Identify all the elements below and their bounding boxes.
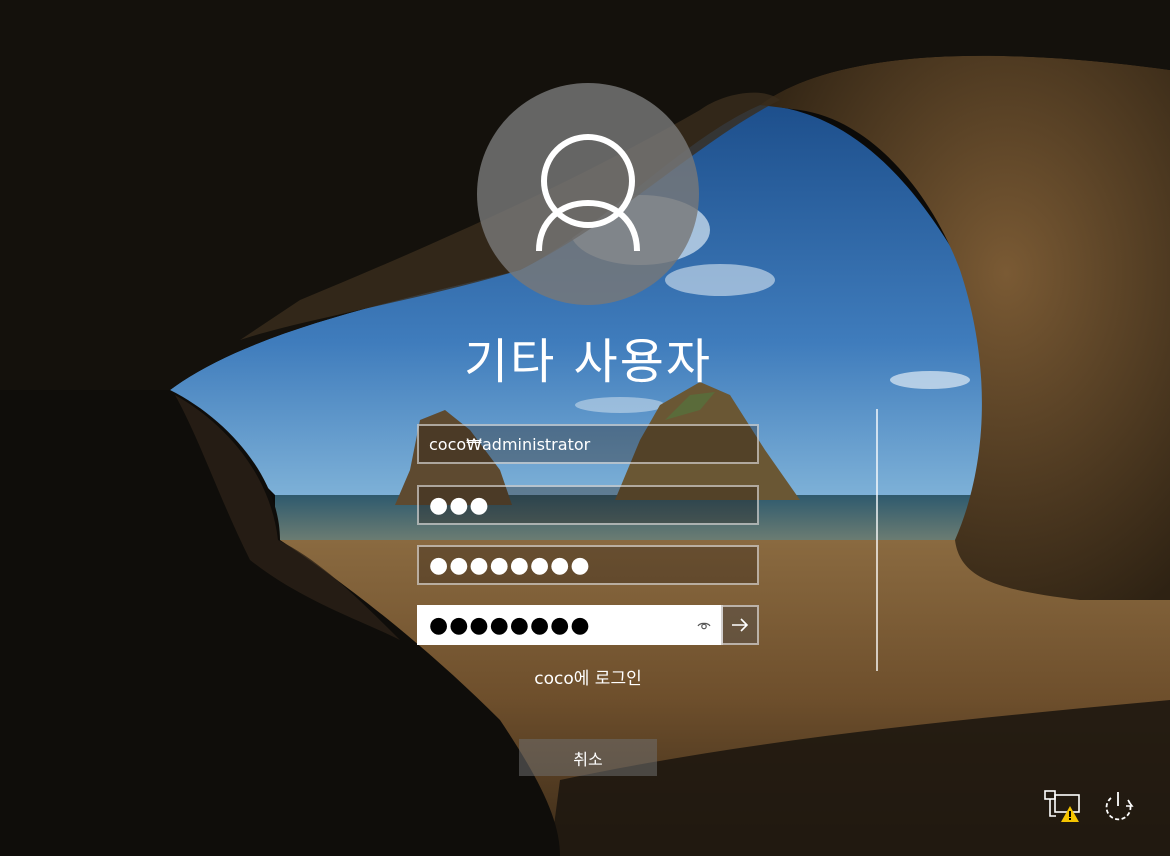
network-warning-icon[interactable] <box>1042 786 1082 826</box>
submit-button[interactable] <box>721 605 759 645</box>
confirm-password-field[interactable]: ●●●●●●●● <box>417 605 723 645</box>
sign-in-domain-text: coco에 로그인 <box>534 669 642 689</box>
user-avatar <box>477 83 699 305</box>
username-field[interactable]: coco₩administrator <box>417 424 759 464</box>
new-password-value: ●●●●●●●● <box>429 552 591 578</box>
arrow-right-icon <box>732 618 749 632</box>
user-display-name: 기타 사용자 <box>463 334 713 390</box>
cancel-button[interactable]: 취소 <box>519 739 657 776</box>
reveal-password-icon[interactable] <box>693 615 715 637</box>
confirm-password-value: ●●●●●●●● <box>429 612 591 638</box>
current-password-value: ●●● <box>429 492 490 518</box>
username-value: coco₩administrator <box>429 434 591 454</box>
user-icon <box>536 134 640 252</box>
new-password-field[interactable]: ●●●●●●●● <box>417 545 759 585</box>
power-icon[interactable] <box>1098 786 1138 826</box>
current-password-field[interactable]: ●●● <box>417 485 759 525</box>
vertical-divider <box>876 409 878 671</box>
